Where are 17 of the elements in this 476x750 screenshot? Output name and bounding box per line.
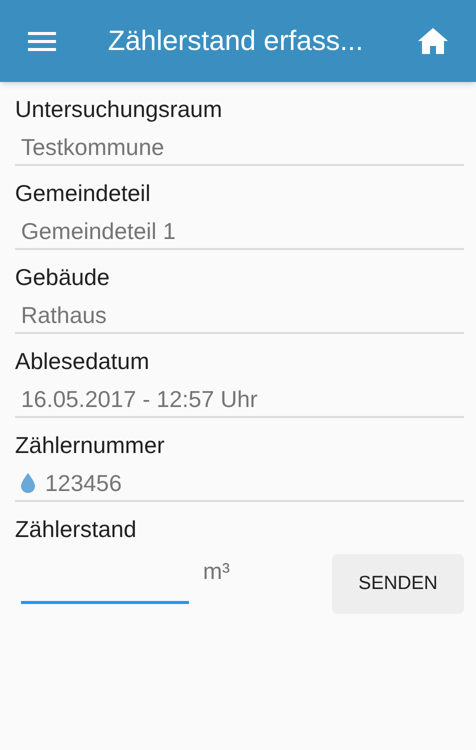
home-icon[interactable] <box>418 28 448 54</box>
field-label: Untersuchungsraum <box>15 95 222 124</box>
menu-icon[interactable] <box>28 30 56 52</box>
read-only-field: Gemeindeteil 1 <box>15 216 464 250</box>
field-label: Zählernummer <box>15 431 165 460</box>
read-only-field: Rathaus <box>15 300 464 334</box>
send-button[interactable]: SENDEN <box>332 554 464 614</box>
field-label: Gebäude <box>15 263 110 292</box>
field-label: Gemeindeteil <box>15 179 151 208</box>
field-label: Ablesedatum <box>15 347 150 376</box>
read-only-field: Testkommune <box>15 132 464 166</box>
app-bar-title: Zählerstand erfass... <box>108 24 364 58</box>
field-label: Zählerstand <box>15 515 136 544</box>
water-drop-icon <box>21 473 35 493</box>
read-only-field: 16.05.2017 - 12:57 Uhr <box>15 384 464 418</box>
unit-label: m³ <box>203 557 230 586</box>
read-only-field: 123456 <box>15 468 464 502</box>
